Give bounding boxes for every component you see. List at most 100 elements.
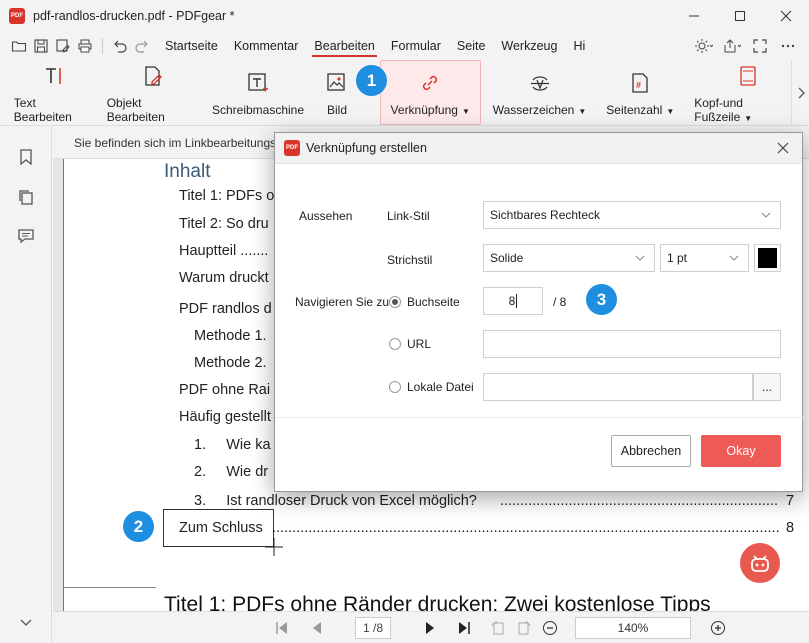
menu-bearbeiten[interactable]: Bearbeiten [306,32,382,60]
page-number-input[interactable]: 8 [483,287,543,315]
url-input[interactable] [483,330,781,358]
toc-entry[interactable]: Hauptteil ....... [179,243,268,259]
chevron-down-icon: ▼ [666,106,675,116]
ribbon-scroll-right-button[interactable] [791,60,809,125]
link-button[interactable]: Verknüpfung ▼ [379,60,481,125]
local-file-radio[interactable] [389,381,401,393]
object-edit-button[interactable]: Objekt Bearbeiten [101,60,206,125]
header-footer-icon [739,65,756,86]
toc-leader-dots: ........................................… [272,520,780,536]
undo-button[interactable] [109,35,131,57]
ai-assistant-button[interactable] [740,543,780,583]
text-edit-button[interactable]: Text Bearbeiten [8,60,101,125]
minimize-button[interactable] [671,0,717,32]
zoom-in-button[interactable] [709,619,727,637]
toc-entry[interactable]: Titel 1: PDFs o [179,188,274,204]
page-radio[interactable] [389,296,401,308]
open-folder-button[interactable] [8,35,30,57]
typewriter-button[interactable]: Schreibmaschine [206,60,310,125]
menu-bar: Startseite Kommentar Bearbeiten Formular… [0,32,809,60]
link-style-select[interactable]: Sichtbares Rechteck [483,201,781,229]
stroke-width-select[interactable]: 1 pt [660,244,749,272]
menu-seite[interactable]: Seite [449,32,494,60]
toc-entry[interactable]: 1. Wie ka [194,437,271,453]
browse-file-button[interactable]: ... [753,373,781,401]
more-button[interactable] [777,35,799,57]
toc-entry[interactable]: 3. Ist randloser Druck von Excel möglich… [194,493,481,509]
page-indicator[interactable]: 1 /8 [355,617,391,639]
thumbnails-button[interactable] [17,188,35,206]
close-window-button[interactable] [763,0,809,32]
image-button[interactable]: Bild [310,60,364,125]
ok-button[interactable]: Okay [701,435,781,467]
next-page-button[interactable] [421,619,439,637]
toc-entry[interactable]: Häufig gestellt [179,409,271,425]
first-page-button[interactable] [273,619,291,637]
close-icon [780,10,792,22]
dialog-close-button[interactable] [774,139,792,157]
url-option-label: URL [407,337,432,351]
page-number-label: Seitenzahl [606,102,663,117]
chevron-down-icon [761,212,771,218]
chevron-right-icon [798,87,805,98]
printer-icon [78,39,92,53]
more-icon [781,44,795,48]
sidebar-collapse-button[interactable] [17,613,35,631]
menu-startseite[interactable]: Startseite [157,32,226,60]
theme-button[interactable] [693,35,715,57]
title-bar: PDF pdf-randlos-drucken.pdf - PDFgear * [0,0,809,32]
comments-button[interactable] [17,227,35,245]
toc-leader-dots: ........................................… [500,493,778,509]
save-button[interactable] [30,35,52,57]
chevron-down-icon: ▼ [461,106,470,116]
stroke-color-picker[interactable] [754,244,781,272]
typewriter-icon [248,72,268,91]
menu-hilfe[interactable]: Hi [565,32,593,60]
typewriter-label: Schreibmaschine [211,102,305,117]
bookmark-button[interactable] [17,148,35,166]
toc-entry[interactable]: Warum druckt [179,270,269,286]
url-radio[interactable] [389,338,401,350]
fullscreen-button[interactable] [749,35,771,57]
print-button[interactable] [74,35,96,57]
toc-entry[interactable]: Methode 1. [194,328,267,344]
redo-button[interactable] [131,35,153,57]
cancel-button[interactable]: Abbrechen [611,435,691,467]
watermark-icon [530,75,549,91]
page-number-button[interactable]: # Seitenzahl ▼ [594,60,686,125]
previous-page-icon [313,622,321,634]
share-button[interactable] [721,35,743,57]
zoom-level[interactable]: 140% [575,617,691,639]
menu-kommentar[interactable]: Kommentar [226,32,307,60]
undo-icon [114,40,127,53]
navigate-to-label: Navigieren Sie zu [295,295,390,309]
link-rectangle[interactable] [163,509,274,547]
rotate-right-button[interactable] [515,619,533,637]
maximize-button[interactable] [717,0,763,32]
toc-entry[interactable]: PDF randlos d [179,301,272,317]
previous-page-button[interactable] [308,619,326,637]
toc-entry[interactable]: PDF ohne Rai [179,382,270,398]
menu-formular[interactable]: Formular [383,32,449,60]
menu-werkzeug[interactable]: Werkzeug [493,32,565,60]
toc-entry[interactable]: Titel 2: So dru [179,216,269,232]
object-edit-label: Objekt Bearbeiten [106,95,165,124]
stroke-style-select[interactable]: Solide [483,244,655,272]
save-as-button[interactable] [52,35,74,57]
pages-icon [19,190,33,205]
bookmark-icon [20,149,32,166]
chevron-down-icon [20,619,32,626]
rotate-left-button[interactable] [489,619,507,637]
last-page-button[interactable] [455,619,473,637]
link-icon [423,75,438,90]
local-file-option-label: Lokale Datei [407,380,474,394]
toc-entry[interactable]: 2. Wie dr [194,464,268,480]
bottom-toolbar: 1 /8 140% [53,611,809,643]
zoom-out-button[interactable] [541,619,559,637]
dialog-header: PDF Verknüpfung erstellen [275,133,802,164]
browse-label: ... [761,380,772,394]
watermark-button[interactable]: Wasserzeichen ▼ [485,60,595,125]
share-icon [724,39,741,53]
local-file-input[interactable] [483,373,753,401]
toc-entry[interactable]: Methode 2. [194,355,267,371]
